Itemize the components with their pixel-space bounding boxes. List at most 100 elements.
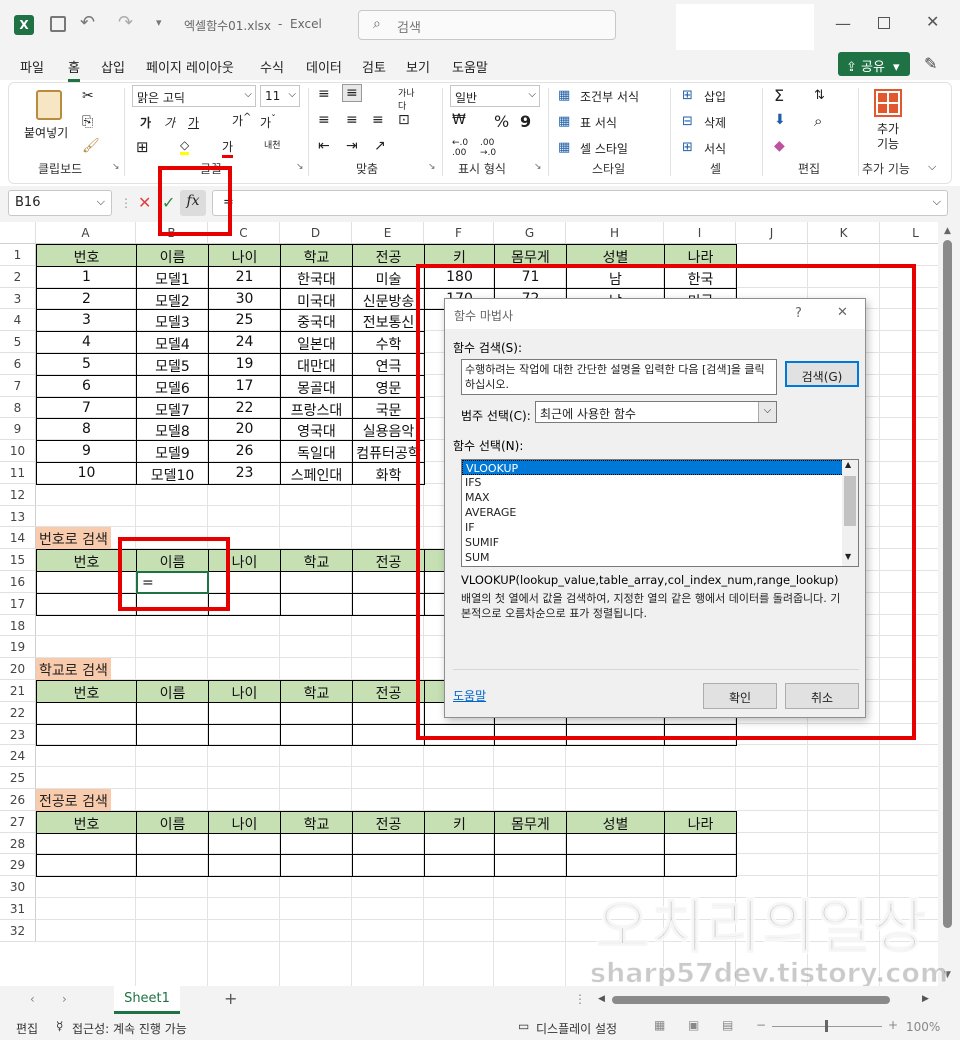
column-header[interactable]: G bbox=[494, 222, 566, 244]
table-header-cell[interactable]: 학교 bbox=[280, 810, 353, 834]
list-scrollbar[interactable]: ▲ ▼ bbox=[842, 460, 858, 566]
table-cell[interactable]: 10 bbox=[36, 462, 137, 485]
table-cell[interactable]: 2 bbox=[36, 287, 137, 311]
row-header[interactable]: 27 bbox=[0, 810, 36, 833]
table-cell[interactable]: 5 bbox=[36, 353, 137, 376]
increase-indent-icon[interactable]: ⇥ bbox=[346, 138, 358, 154]
table-cell[interactable]: 23 bbox=[208, 462, 281, 485]
table-header-cell[interactable]: 몸무게 bbox=[494, 810, 567, 834]
column-header[interactable]: C bbox=[208, 222, 280, 244]
table-cell[interactable] bbox=[352, 701, 425, 725]
format-cells-button[interactable]: 서식 bbox=[704, 140, 726, 157]
table-cell[interactable]: 몽골대 bbox=[280, 374, 353, 398]
table-cell[interactable] bbox=[664, 832, 737, 856]
column-header[interactable]: A bbox=[36, 222, 136, 244]
scroll-up-icon[interactable]: ▲ bbox=[845, 460, 851, 469]
table-header-cell[interactable]: 학교 bbox=[280, 244, 353, 267]
decrease-indent-icon[interactable]: ⇤ bbox=[318, 138, 330, 154]
table-header-cell[interactable]: 번호 bbox=[36, 549, 137, 572]
align-middle-icon[interactable]: ≡ bbox=[342, 84, 362, 102]
scroll-left-icon[interactable]: ◀ bbox=[598, 994, 605, 1004]
table-cell[interactable]: 신문방송 bbox=[352, 287, 425, 311]
row-header[interactable]: 32 bbox=[0, 919, 36, 942]
tab-help[interactable]: 도움말 bbox=[452, 57, 488, 76]
table-cell[interactable] bbox=[566, 854, 665, 878]
table-cell[interactable] bbox=[352, 571, 425, 594]
row-header[interactable]: 26 bbox=[0, 789, 36, 811]
table-cell[interactable]: 19 bbox=[208, 353, 281, 376]
next-sheet-icon[interactable]: › bbox=[62, 992, 67, 1006]
cell-style-button[interactable]: 셀 스타일 bbox=[580, 140, 628, 157]
table-cell[interactable]: 모델9 bbox=[136, 440, 209, 463]
table-cell[interactable] bbox=[280, 723, 353, 747]
table-format-icon[interactable]: ▦ bbox=[558, 114, 570, 129]
table-cell[interactable]: 영국대 bbox=[280, 418, 353, 442]
row-header[interactable]: 7 bbox=[0, 374, 36, 397]
search-input[interactable]: ⌕ 검색 bbox=[358, 10, 616, 40]
section-title[interactable]: 번호로 검색 bbox=[36, 527, 111, 550]
redo-icon[interactable]: ↷ bbox=[118, 12, 133, 33]
table-cell[interactable]: 8 bbox=[36, 418, 137, 442]
select-all-corner[interactable] bbox=[0, 222, 36, 244]
delete-cells-icon[interactable]: ⊟ bbox=[682, 114, 693, 129]
table-cell[interactable] bbox=[494, 723, 567, 747]
table-cell[interactable]: 남 bbox=[566, 265, 665, 289]
table-cell[interactable] bbox=[280, 592, 353, 616]
conditional-format-button[interactable]: 조건부 서식 bbox=[580, 88, 639, 105]
table-header-cell[interactable]: 성별 bbox=[566, 244, 665, 267]
scroll-right-icon[interactable]: ▶ bbox=[922, 994, 929, 1004]
search-button[interactable]: 검색(G) bbox=[785, 361, 859, 387]
row-header[interactable]: 17 bbox=[0, 592, 36, 615]
table-header-cell[interactable]: 번호 bbox=[36, 810, 137, 834]
table-cell[interactable] bbox=[208, 701, 281, 725]
table-header-cell[interactable]: 나이 bbox=[208, 549, 281, 572]
font-name-select[interactable]: 맑은 고딕 ⌵ bbox=[132, 85, 256, 107]
row-header[interactable]: 3 bbox=[0, 287, 36, 310]
table-cell[interactable] bbox=[566, 723, 665, 747]
table-cell[interactable]: 한국대 bbox=[280, 265, 353, 289]
table-cell[interactable]: 모델3 bbox=[136, 309, 209, 333]
table-cell[interactable]: 71 bbox=[494, 265, 567, 289]
table-cell[interactable] bbox=[494, 832, 567, 856]
table-cell[interactable] bbox=[136, 592, 209, 616]
table-header-cell[interactable]: 몸무게 bbox=[494, 244, 567, 267]
autosum-icon[interactable]: Σ bbox=[774, 86, 784, 105]
underline-icon[interactable]: 가 bbox=[188, 114, 199, 131]
share-button[interactable]: ⇪ 공유 ▾ bbox=[838, 52, 910, 76]
row-header[interactable]: 6 bbox=[0, 353, 36, 375]
table-cell[interactable]: 모델2 bbox=[136, 287, 209, 311]
cancel-button[interactable]: 취소 bbox=[785, 683, 859, 709]
table-header-cell[interactable]: 이름 bbox=[136, 810, 209, 834]
horizontal-scroll-thumb[interactable] bbox=[612, 996, 890, 1004]
table-cell[interactable]: 7 bbox=[36, 396, 137, 420]
name-box[interactable]: B16 ⌵ bbox=[8, 190, 112, 216]
tab-page-layout[interactable]: 페이지 레이아웃 bbox=[146, 57, 234, 76]
row-header[interactable]: 16 bbox=[0, 571, 36, 593]
table-cell[interactable]: 미술 bbox=[352, 265, 425, 289]
row-header[interactable]: 13 bbox=[0, 505, 36, 528]
row-header[interactable]: 21 bbox=[0, 680, 36, 702]
function-list[interactable]: VLOOKUP IFS MAX AVERAGE IF SUMIF SUM ▲ ▼ bbox=[461, 459, 859, 567]
add-sheet-icon[interactable]: + bbox=[224, 989, 237, 1008]
table-cell[interactable]: 24 bbox=[208, 331, 281, 354]
tab-file[interactable]: 파일 bbox=[20, 57, 44, 76]
undo-icon[interactable]: ↶ bbox=[80, 12, 95, 33]
number-format-select[interactable]: 일반 ⌵ bbox=[450, 85, 540, 107]
table-cell[interactable]: 180 bbox=[424, 265, 495, 289]
table-cell[interactable]: 화학 bbox=[352, 462, 425, 485]
column-header[interactable]: E bbox=[352, 222, 424, 244]
category-select[interactable]: 최근에 사용한 함수 ⌵ bbox=[535, 401, 777, 423]
table-header-cell[interactable]: 전공 bbox=[352, 549, 425, 572]
table-cell[interactable]: 1 bbox=[36, 265, 137, 289]
row-header[interactable]: 12 bbox=[0, 483, 36, 506]
table-cell[interactable]: 모델8 bbox=[136, 418, 209, 442]
sort-filter-icon[interactable]: ⇅ bbox=[814, 88, 825, 103]
table-cell[interactable] bbox=[664, 854, 737, 878]
conditional-format-icon[interactable]: ▦ bbox=[558, 88, 570, 103]
more-options-icon[interactable]: ⋮ bbox=[120, 196, 132, 210]
table-cell[interactable]: 4 bbox=[36, 331, 137, 354]
list-item[interactable]: VLOOKUP bbox=[462, 460, 858, 475]
table-cell[interactable] bbox=[36, 592, 137, 616]
list-item[interactable]: MAX bbox=[462, 490, 858, 505]
table-cell[interactable] bbox=[136, 723, 209, 747]
